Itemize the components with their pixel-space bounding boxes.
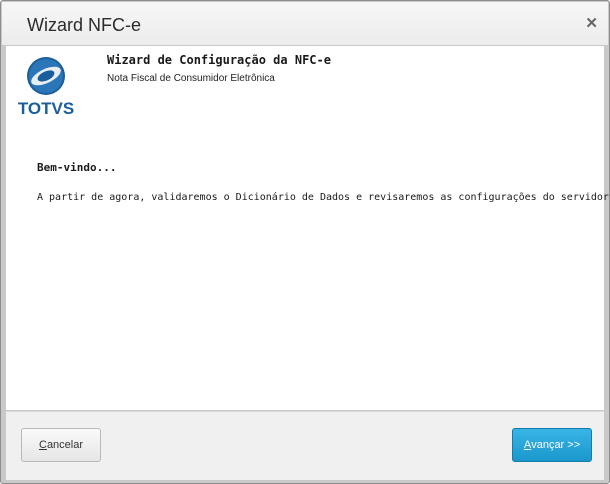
wizard-subtitle: Nota Fiscal de Consumidor Eletrônica (107, 73, 275, 84)
cancel-button[interactable]: Cancelar (21, 428, 101, 462)
button-bar: Cancelar Avançar >> (6, 411, 604, 480)
next-mnemonic: A (523, 439, 532, 451)
next-button[interactable]: Avançar >> (512, 428, 592, 462)
wizard-dialog: Wizard NFC-e ✕ TOTVS Wizard de Configura… (0, 0, 610, 484)
wizard-body: TOTVS Wizard de Configuração da NFC-e No… (6, 46, 610, 410)
dialog-title: Wizard NFC-e (27, 15, 142, 35)
cancel-mnemonic: C (38, 439, 47, 451)
next-label: vançar >> (531, 439, 581, 451)
logo-text: TOTVS (18, 99, 74, 116)
cancel-label: ancelar (46, 439, 84, 451)
totvs-logo: TOTVS (18, 56, 74, 118)
close-icon[interactable]: ✕ (585, 14, 598, 32)
wizard-title: Wizard de Configuração da NFC-e (107, 53, 331, 67)
welcome-message: A partir de agora, validaremos o Dicioná… (37, 192, 610, 203)
welcome-heading: Bem-vindo... (37, 161, 117, 174)
title-bar: Wizard NFC-e ✕ (2, 2, 608, 46)
